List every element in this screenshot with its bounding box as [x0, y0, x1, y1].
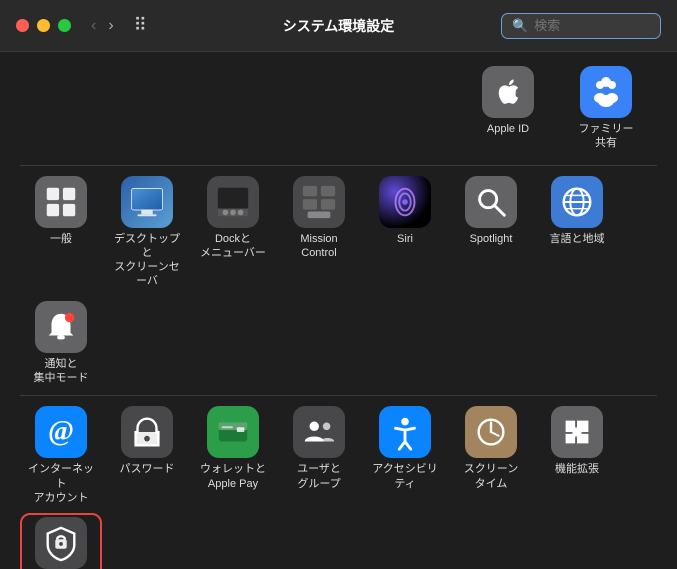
traffic-lights — [16, 19, 71, 32]
icon-dock[interactable]: Dockと メニューバー — [192, 172, 274, 293]
family-sharing-icon — [580, 66, 632, 118]
icon-desktop[interactable]: デスクトップと スクリーンセーバ — [106, 172, 188, 293]
search-icon: 🔍 — [512, 18, 528, 34]
back-arrow[interactable]: ‹ — [87, 15, 100, 37]
wallet-label: ウォレットと Apple Pay — [200, 462, 266, 491]
close-button[interactable] — [16, 19, 29, 32]
section-1: 一般 デスクトップと スクリーンセーバ — [20, 172, 657, 390]
icon-security-privacy[interactable]: セキュリティと プライバシー — [20, 513, 102, 569]
wallet-icon — [207, 406, 259, 458]
icon-accessibility[interactable]: アクセシビリティ — [364, 402, 446, 509]
nav-arrows: ‹ › — [87, 15, 118, 37]
mission-control-label: Mission Control — [300, 232, 337, 261]
icon-extensions[interactable]: 機能拡張 — [536, 402, 618, 509]
spotlight-label: Spotlight — [470, 232, 513, 246]
icon-spotlight[interactable]: Spotlight — [450, 172, 532, 293]
icon-siri[interactable]: Siri — [364, 172, 446, 293]
siri-label: Siri — [397, 232, 413, 246]
passwords-label: パスワード — [120, 462, 175, 476]
minimize-button[interactable] — [37, 19, 50, 32]
extensions-icon — [551, 406, 603, 458]
divider-0 — [20, 165, 657, 166]
icon-internet-accounts[interactable]: @ インターネット アカウント — [20, 402, 102, 509]
apple-id-label: Apple ID — [487, 122, 529, 136]
grid-icon[interactable]: ⠿ — [134, 15, 147, 36]
desktop-label: デスクトップと スクリーンセーバ — [110, 232, 184, 289]
general-label: 一般 — [50, 232, 72, 246]
family-sharing-label: ファミリー 共有 — [579, 122, 634, 151]
internet-accounts-icon: @ — [35, 406, 87, 458]
desktop-icon — [121, 176, 173, 228]
main-content: Apple ID ファミリー 共有 — [0, 52, 677, 569]
internet-accounts-label: インターネット アカウント — [24, 462, 98, 505]
icon-notifications[interactable]: 通知と 集中モード — [20, 297, 102, 390]
icon-apple-id[interactable]: Apple ID — [467, 62, 549, 155]
maximize-button[interactable] — [58, 19, 71, 32]
screen-time-icon — [465, 406, 517, 458]
titlebar: ‹ › ⠿ システム環境設定 🔍 — [0, 0, 677, 52]
siri-icon — [379, 176, 431, 228]
search-input[interactable] — [534, 18, 650, 33]
icon-users[interactable]: ユーザと グループ — [278, 402, 360, 509]
accessibility-label: アクセシビリティ — [368, 462, 442, 491]
general-icon — [35, 176, 87, 228]
icon-mission-control[interactable]: Mission Control — [278, 172, 360, 293]
screen-time-label: スクリーン タイム — [464, 462, 518, 491]
security-privacy-icon — [35, 517, 87, 569]
language-icon — [551, 176, 603, 228]
top-row: Apple ID ファミリー 共有 — [20, 62, 657, 155]
icon-wallet[interactable]: ウォレットと Apple Pay — [192, 402, 274, 509]
spotlight-icon — [465, 176, 517, 228]
icon-language[interactable]: 言語と地域 — [536, 172, 618, 293]
accessibility-icon — [379, 406, 431, 458]
forward-arrow[interactable]: › — [104, 15, 117, 37]
section-2: @ インターネット アカウント パスワード — [20, 402, 657, 569]
icon-screen-time[interactable]: スクリーン タイム — [450, 402, 532, 509]
extensions-label: 機能拡張 — [555, 462, 599, 476]
mission-control-icon — [293, 176, 345, 228]
icon-family-sharing[interactable]: ファミリー 共有 — [565, 62, 647, 155]
users-icon — [293, 406, 345, 458]
apple-id-icon — [482, 66, 534, 118]
icon-passwords[interactable]: パスワード — [106, 402, 188, 509]
window-title: システム環境設定 — [283, 16, 395, 36]
users-label: ユーザと グループ — [297, 462, 341, 491]
icon-general[interactable]: 一般 — [20, 172, 102, 293]
passwords-icon — [121, 406, 173, 458]
notifications-label: 通知と 集中モード — [34, 357, 89, 386]
dock-icon — [207, 176, 259, 228]
dock-label: Dockと メニューバー — [200, 232, 266, 261]
divider-1 — [20, 395, 657, 396]
language-label: 言語と地域 — [550, 232, 605, 246]
notifications-icon — [35, 301, 87, 353]
search-box[interactable]: 🔍 — [501, 13, 661, 39]
